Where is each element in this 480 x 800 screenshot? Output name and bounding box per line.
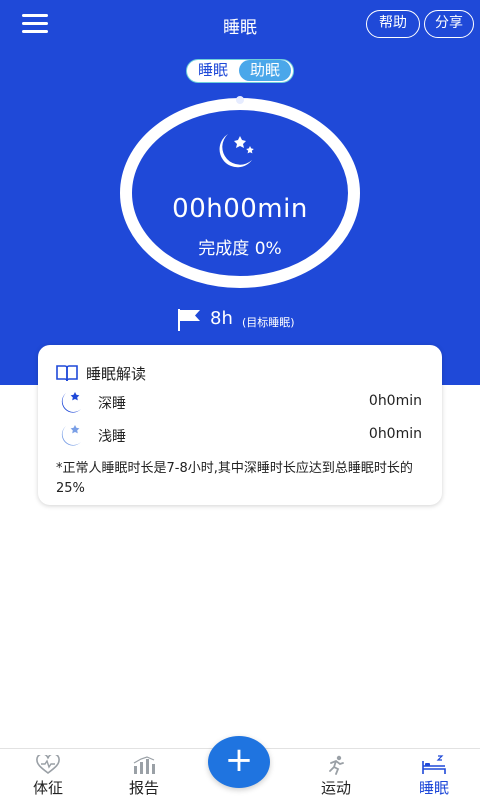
- top-bar: 睡眠 帮助 分享: [0, 0, 480, 50]
- plus-icon: +: [224, 740, 254, 780]
- toggle-sleep[interactable]: 睡眠: [187, 60, 239, 81]
- bed-icon: [422, 755, 446, 775]
- flag-icon: [176, 308, 204, 332]
- tab-exercise[interactable]: 运动: [296, 749, 376, 800]
- deep-sleep-row: 深睡 0h0min: [54, 389, 426, 417]
- light-sleep-row: 浅睡 0h0min: [54, 422, 426, 450]
- completion-label: 完成度: [198, 239, 250, 259]
- tab-vitals[interactable]: 体征: [8, 749, 88, 800]
- heart-pulse-icon: [36, 753, 60, 775]
- help-button[interactable]: 帮助: [366, 10, 420, 38]
- book-icon: [56, 364, 78, 382]
- bar-chart-icon: [132, 755, 156, 775]
- completion-text: 完成度 0%: [0, 234, 480, 259]
- completion-value: 0%: [254, 239, 282, 259]
- moon-star-light-icon: [54, 422, 86, 450]
- add-button[interactable]: +: [208, 736, 270, 788]
- tab-label-vitals: 体征: [32, 779, 63, 797]
- sleep-duration: 00h00min: [172, 194, 308, 224]
- moon-star-dark-icon: [54, 389, 86, 417]
- deep-sleep-value: 0h0min: [368, 393, 422, 409]
- share-button[interactable]: 分享: [424, 10, 474, 38]
- tab-report[interactable]: 报告: [104, 749, 184, 800]
- tab-label-exercise: 运动: [320, 779, 351, 797]
- sleep-interpretation-card: 睡眠解读 深睡 0h0min 浅睡 0h0min *正常人睡眠时长是7-8小时,…: [38, 345, 442, 505]
- goal-hours: 8h: [210, 308, 233, 329]
- sleep-note: *正常人睡眠时长是7-8小时,其中深睡时长应达到总睡眠时长的25%: [56, 461, 413, 496]
- deep-sleep-label: 深睡: [98, 396, 126, 412]
- tab-label-report: 报告: [128, 779, 159, 797]
- light-sleep-label: 浅睡: [98, 429, 126, 445]
- toggle-sleep-aid[interactable]: 助眠: [239, 60, 291, 81]
- tab-sleep[interactable]: 睡眠: [394, 749, 474, 800]
- moon-star-icon: [208, 130, 258, 174]
- light-sleep-value: 0h0min: [368, 426, 422, 442]
- header-panel: 睡眠 帮助 分享 睡眠 助眠 00h00min 完成度 0% 8h (目标睡眠): [0, 0, 480, 385]
- mode-toggle[interactable]: 睡眠 助眠: [186, 59, 294, 83]
- runner-icon: [324, 755, 348, 775]
- card-title: 睡眠解读: [86, 365, 147, 383]
- sleep-progress-ring: [118, 96, 362, 290]
- goal-label: (目标睡眠): [242, 316, 295, 329]
- tab-label-sleep: 睡眠: [418, 779, 449, 797]
